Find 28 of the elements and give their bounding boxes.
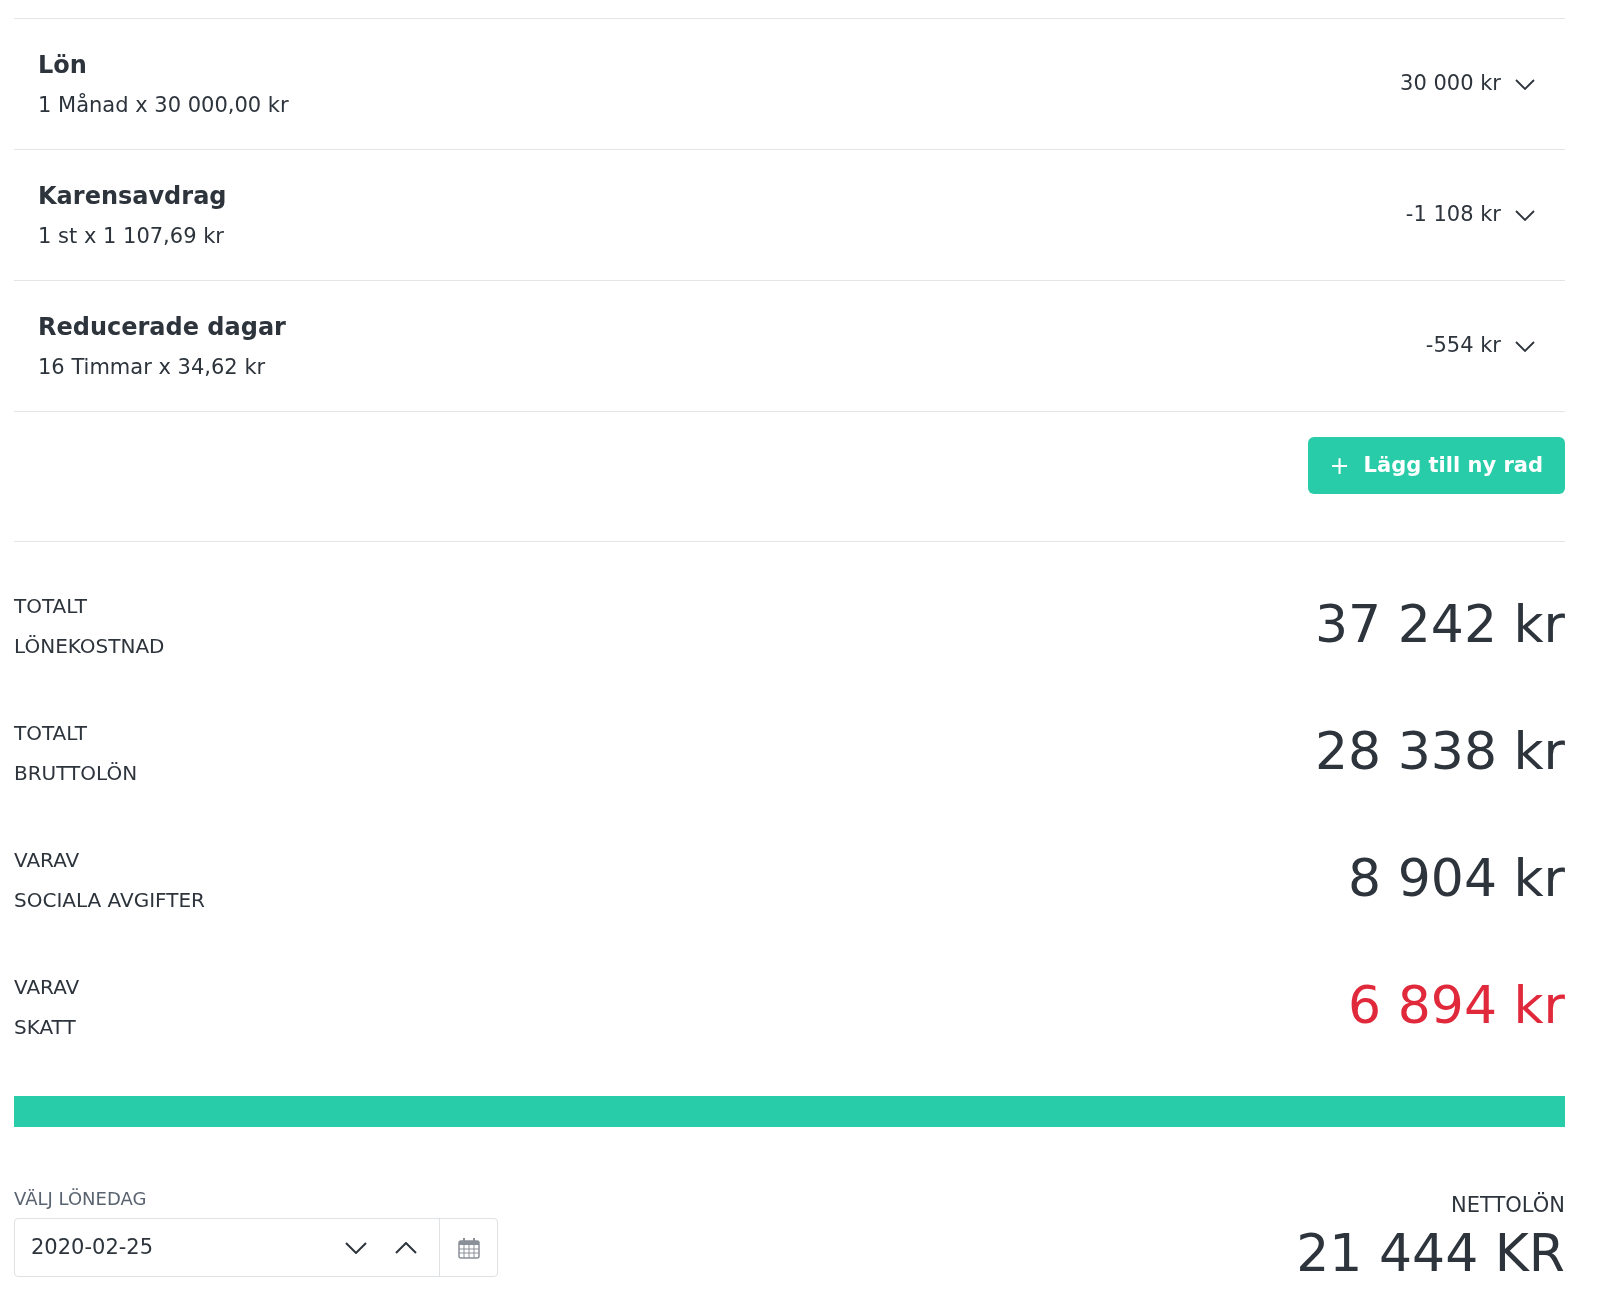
total-value: 28 338 kr bbox=[1315, 721, 1565, 781]
row-title: Reducerade dagar bbox=[38, 312, 286, 343]
total-value: 37 242 kr bbox=[1315, 594, 1565, 654]
total-label: TOTALT BRUTTOLÖN bbox=[14, 720, 138, 787]
row-detail: 16 Timmar x 34,62 kr bbox=[38, 354, 267, 381]
row-detail: 1 Månad x 30 000,00 kr bbox=[38, 92, 289, 119]
net-pay-label: NETTOLÖN bbox=[1450, 1191, 1565, 1219]
total-label: VARAV SOCIALA AVGIFTER bbox=[14, 847, 205, 914]
total-label: TOTALT LÖNEKOSTNAD bbox=[14, 593, 165, 660]
net-pay-value: 21 444 KR bbox=[1296, 1222, 1565, 1285]
chevron-down-icon[interactable] bbox=[1515, 340, 1535, 352]
field-label: VÄLJ LÖNEDAG bbox=[14, 1187, 148, 1211]
row-detail: 1 st x 1 107,69 kr bbox=[38, 223, 225, 250]
total-value: 6 894 kr bbox=[1348, 975, 1565, 1035]
total-value: 8 904 kr bbox=[1348, 848, 1565, 908]
row-amount: 30 000 kr bbox=[1400, 70, 1501, 98]
row-title: Lön bbox=[38, 50, 88, 81]
date-value: 2020-02-25 bbox=[30, 1233, 155, 1261]
row-title: Karensavdrag bbox=[38, 181, 227, 212]
chevron-down-icon[interactable] bbox=[1515, 78, 1535, 90]
chevron-down-icon[interactable] bbox=[345, 1241, 367, 1254]
date-field[interactable]: 2020-02-25 bbox=[14, 1218, 498, 1277]
chevron-down-icon[interactable] bbox=[1515, 209, 1535, 221]
chevron-up-icon[interactable] bbox=[395, 1241, 417, 1254]
row-amount: -554 kr bbox=[1425, 332, 1501, 360]
row-amount: -1 108 kr bbox=[1405, 201, 1501, 229]
calendar-icon[interactable] bbox=[457, 1236, 480, 1259]
total-label: VARAV SKATT bbox=[14, 974, 80, 1041]
